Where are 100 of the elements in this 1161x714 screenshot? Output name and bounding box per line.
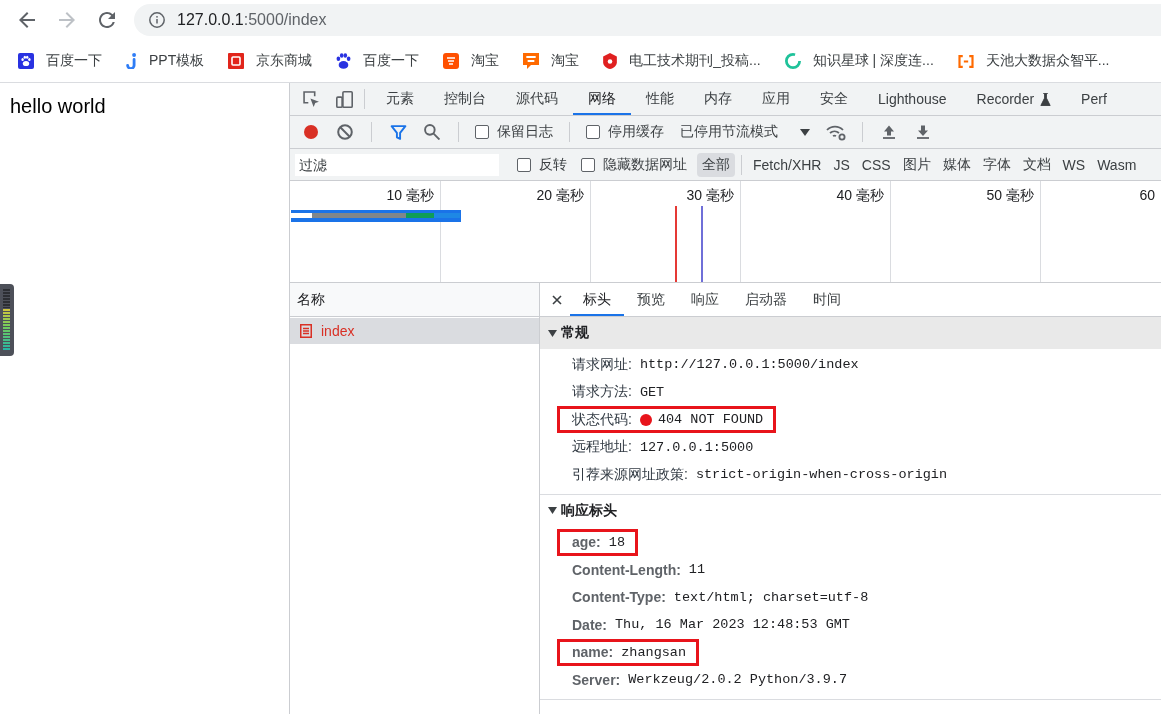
paw-tile-icon <box>18 53 34 69</box>
devices-icon <box>335 90 353 108</box>
flask-icon <box>1040 92 1052 106</box>
header-value: http://127.0.0.1:5000/index <box>639 357 859 373</box>
ring-icon <box>784 53 801 69</box>
header-value: 404 NOT FOUND <box>657 412 764 428</box>
panel-tab[interactable]: 控制台 <box>429 83 501 115</box>
header-name: Server: <box>572 671 621 688</box>
header-name: 状态代码: <box>572 410 632 429</box>
checkbox[interactable] <box>475 125 489 139</box>
header-value: Werkzeug/2.0.2 Python/3.9.7 <box>628 672 847 688</box>
header-value: text/html; charset=utf-8 <box>673 589 869 605</box>
tick-label: 10 毫秒 <box>386 187 434 205</box>
bookmark[interactable]: 百度一下 <box>10 47 110 75</box>
header-value: strict-origin-when-cross-origin <box>695 467 948 483</box>
type-filter[interactable]: 字体 <box>977 152 1016 177</box>
type-filter[interactable]: 媒体 <box>937 152 976 177</box>
tile-icon <box>443 53 460 69</box>
paw-icon <box>336 53 352 69</box>
header-name: 请求网址: <box>572 355 632 374</box>
tick-label: 50 毫秒 <box>986 187 1034 205</box>
header-value: zhangsan <box>621 644 687 660</box>
detail-tab[interactable]: 启动器 <box>732 283 800 316</box>
panel-tab[interactable]: 应用 <box>747 83 805 115</box>
bookmark[interactable]: 京东商城 <box>220 47 321 75</box>
document-icon <box>300 324 312 338</box>
tick-label: 20 毫秒 <box>536 187 584 205</box>
throttling-select[interactable]: 已停用节流模式 <box>674 123 816 141</box>
bookmark[interactable]: 天池大数据众智平... <box>949 47 1118 75</box>
checkbox[interactable] <box>586 125 600 139</box>
section-header[interactable]: 常规 <box>540 317 1161 349</box>
checkbox[interactable] <box>581 157 595 172</box>
panel-tab[interactable]: Perf <box>1066 83 1122 115</box>
address-bar[interactable]: 127.0.0.1:5000/index <box>134 4 1161 36</box>
tick-label: 30 毫秒 <box>686 187 734 205</box>
cursor-box-icon <box>302 90 320 108</box>
detail-tab[interactable]: 时间 <box>800 283 854 316</box>
detail-tab[interactable]: 预览 <box>624 283 678 316</box>
caret-down-icon <box>548 507 557 514</box>
type-filter[interactable]: Wasm <box>1092 153 1142 176</box>
type-filter[interactable]: Fetch/XHR <box>748 153 827 176</box>
request-row[interactable]: index <box>290 318 539 344</box>
type-filter[interactable]: JS <box>828 153 855 176</box>
header-value: 11 <box>688 562 706 578</box>
square-tile-icon <box>228 53 245 69</box>
type-filter[interactable]: 图片 <box>897 152 936 177</box>
header-value: Thu, 16 Mar 2023 12:48:53 GMT <box>615 617 850 633</box>
tick-label: 40 毫秒 <box>836 187 884 205</box>
type-filter[interactable]: 文档 <box>1017 152 1056 177</box>
block-icon <box>337 124 353 140</box>
close-icon <box>552 294 562 305</box>
bracket-icon <box>957 54 974 68</box>
header-value: GET <box>639 384 665 400</box>
detail-tab[interactable]: 响应 <box>678 283 732 316</box>
checkbox-label[interactable]: 保留日志 <box>497 123 553 141</box>
panel-tab[interactable]: 内存 <box>689 83 747 115</box>
checkbox-label[interactable]: 停用缓存 <box>608 123 664 141</box>
panel-tab[interactable]: 性能 <box>631 83 689 115</box>
bookmark[interactable]: 淘宝 <box>515 47 588 75</box>
panel-tab[interactable]: Recorder <box>961 83 1067 115</box>
header-name: Content-Type: <box>572 589 666 606</box>
checkbox[interactable] <box>517 157 531 172</box>
info-icon <box>149 12 165 28</box>
search-icon <box>424 124 440 140</box>
column-header[interactable]: 名称 <box>290 283 539 317</box>
bookmark[interactable]: 淘宝 <box>435 47 508 75</box>
panel-tab[interactable]: 源代码 <box>501 83 573 115</box>
download-icon <box>916 124 930 140</box>
filter-field[interactable]: 过滤 <box>295 153 499 176</box>
bookmark[interactable]: 电工技术期刊_投稿... <box>595 47 769 75</box>
url-path: :5000/index <box>243 11 327 29</box>
bookmark[interactable]: 知识星球 | 深度连... <box>776 47 942 75</box>
panel-tab[interactable]: 安全 <box>805 83 863 115</box>
section-header[interactable]: 响应标头 <box>540 494 1161 527</box>
tick-label: 60 <box>1139 187 1155 203</box>
type-filter[interactable]: WS <box>1057 153 1091 176</box>
bookmark[interactable]: 百度一下 <box>328 47 428 75</box>
type-filter[interactable]: CSS <box>856 153 896 176</box>
header-name: 请求方法: <box>572 383 632 402</box>
header-name: Content-Length: <box>572 561 681 578</box>
header-value: 127.0.0.1:5000 <box>639 439 754 455</box>
wifi-gear-icon <box>826 123 846 141</box>
header-name: Date: <box>572 616 607 633</box>
bookmark[interactable]: PPT模板 <box>118 47 213 75</box>
checkbox-label[interactable]: 隐藏数据网址 <box>603 155 687 174</box>
header-name: age: <box>572 534 601 551</box>
header-name: name: <box>572 644 614 661</box>
shield-icon <box>603 53 618 69</box>
caret-down-icon <box>548 329 557 337</box>
hook-icon <box>126 53 137 69</box>
close-button[interactable] <box>550 292 564 307</box>
panel-tab[interactable]: 元素 <box>371 83 429 115</box>
header-name: 引荐来源网址政策: <box>572 465 688 484</box>
speech-bubble-icon <box>523 53 540 69</box>
header-name: 远程地址: <box>572 438 632 457</box>
upload-icon <box>882 124 896 140</box>
checkbox-label[interactable]: 反转 <box>539 155 567 174</box>
page-text: hello world <box>10 94 106 119</box>
type-filter[interactable]: 全部 <box>697 152 735 177</box>
panel-tab[interactable]: Lighthouse <box>863 83 962 115</box>
